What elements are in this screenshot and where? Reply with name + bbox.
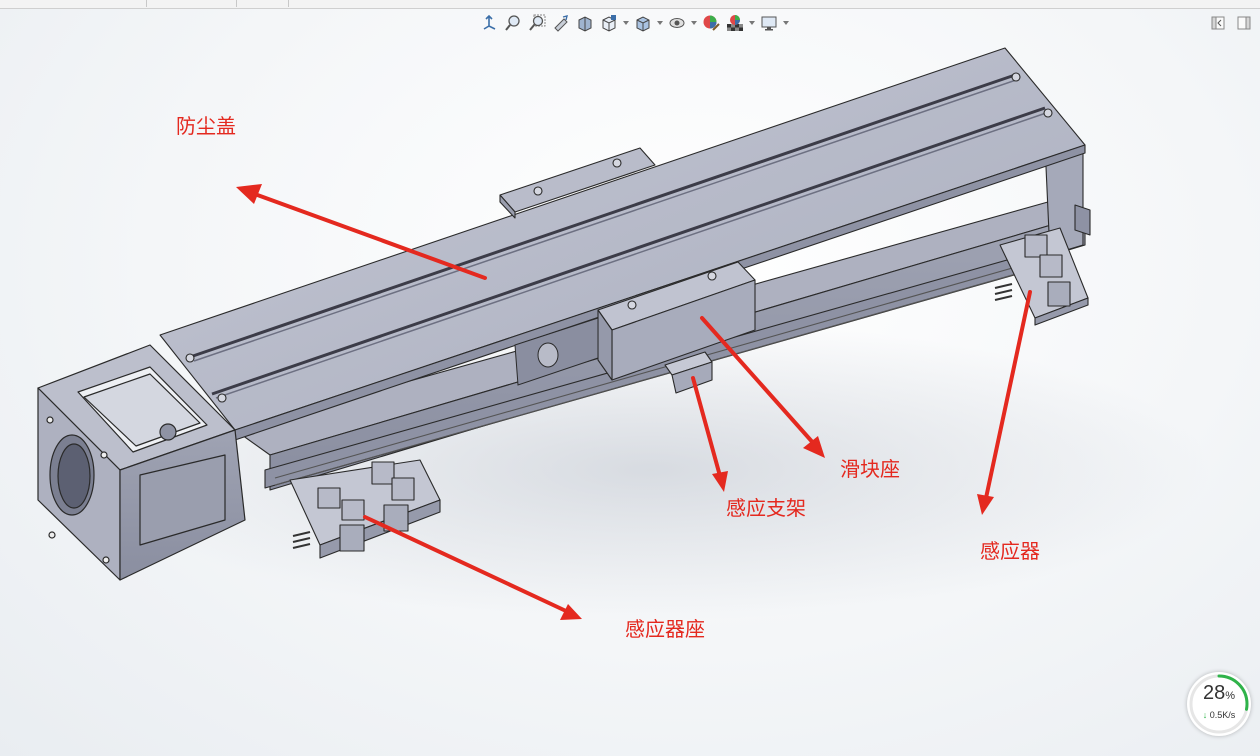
percent-value: 28 (1202, 682, 1226, 704)
label-sensor: 感应器 (980, 539, 1040, 563)
download-rate: ↓ 0.5K/s (1187, 710, 1251, 720)
speed-percent: 28% (1187, 682, 1251, 705)
label-dust-cover: 防尘盖 (176, 114, 236, 138)
label-sensor-seat: 感应器座 (625, 617, 705, 641)
label-sensor-bracket: 感应支架 (726, 496, 806, 520)
download-rate-value: 0.5K/s (1209, 710, 1236, 720)
percent-unit: % (1225, 690, 1236, 702)
network-speed-widget[interactable]: 28% ↓ 0.5K/s (1187, 672, 1251, 736)
label-slider-seat: 滑块座 (840, 457, 900, 481)
download-arrow-icon: ↓ (1202, 710, 1208, 720)
